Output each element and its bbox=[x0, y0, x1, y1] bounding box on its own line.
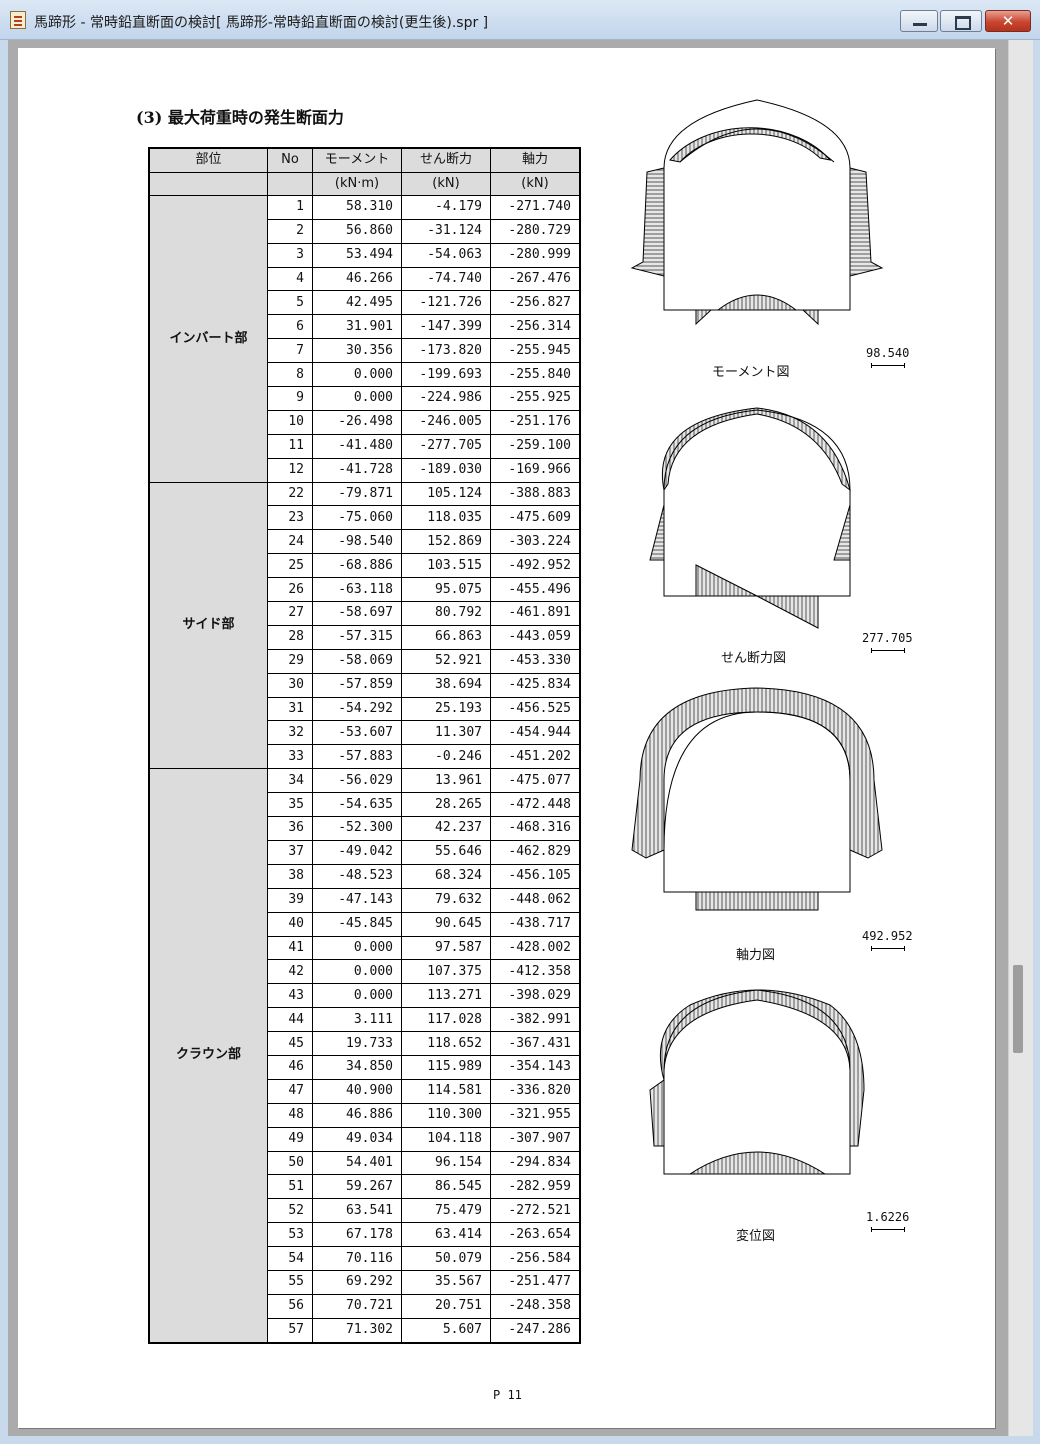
page-number: P 11 bbox=[493, 1388, 522, 1402]
shear-scale-bar bbox=[871, 648, 905, 653]
moment-diagram-caption: モーメント図 bbox=[712, 365, 790, 380]
axial-diagram bbox=[631, 687, 883, 911]
axial-scale-label: 492.952 bbox=[862, 929, 913, 943]
axial-diagram-caption: 軸力図 bbox=[736, 948, 776, 963]
displacement-diagram bbox=[649, 989, 865, 1175]
displacement-diagram-caption: 変位図 bbox=[736, 1229, 776, 1244]
shear-scale-label: 277.705 bbox=[862, 631, 913, 645]
shear-diagram bbox=[649, 407, 851, 629]
displacement-scale-label: 1.6226 bbox=[866, 1210, 910, 1224]
shear-diagram-caption: せん断力図 bbox=[721, 651, 787, 666]
displacement-scale-bar bbox=[871, 1227, 905, 1232]
moment-scale-bar bbox=[871, 363, 905, 368]
moment-diagram bbox=[630, 99, 884, 326]
moment-scale-label: 98.540 bbox=[866, 346, 910, 360]
axial-scale-bar bbox=[871, 946, 905, 951]
